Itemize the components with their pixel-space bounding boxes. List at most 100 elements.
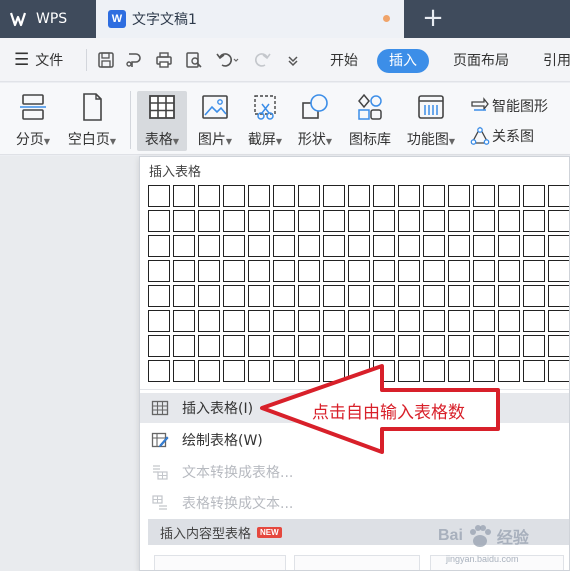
- new-tab-button[interactable]: +: [418, 3, 448, 33]
- relationship-chart-button[interactable]: 关系图: [470, 125, 534, 147]
- grid-cell[interactable]: [548, 360, 569, 382]
- grid-cell[interactable]: [148, 210, 170, 232]
- grid-cell[interactable]: [273, 285, 295, 307]
- grid-cell[interactable]: [248, 360, 270, 382]
- grid-cell[interactable]: [273, 310, 295, 332]
- grid-cell[interactable]: [373, 260, 395, 282]
- grid-cell[interactable]: [173, 310, 195, 332]
- grid-cell[interactable]: [273, 210, 295, 232]
- grid-cell[interactable]: [248, 185, 270, 207]
- grid-cell[interactable]: [523, 185, 545, 207]
- shapes-button[interactable]: 形状▼: [293, 91, 337, 151]
- grid-cell[interactable]: [398, 285, 420, 307]
- grid-cell[interactable]: [223, 335, 245, 357]
- grid-cell[interactable]: [348, 310, 370, 332]
- grid-cell[interactable]: [448, 285, 470, 307]
- grid-cell[interactable]: [373, 185, 395, 207]
- grid-cell[interactable]: [323, 285, 345, 307]
- grid-cell[interactable]: [273, 360, 295, 382]
- grid-cell[interactable]: [198, 210, 220, 232]
- grid-cell[interactable]: [398, 260, 420, 282]
- draw-table-menu-item[interactable]: 绘制表格(W): [140, 425, 569, 455]
- grid-cell[interactable]: [248, 285, 270, 307]
- grid-cell[interactable]: [498, 235, 520, 257]
- grid-cell[interactable]: [548, 310, 569, 332]
- grid-cell[interactable]: [298, 235, 320, 257]
- grid-cell[interactable]: [173, 260, 195, 282]
- grid-cell[interactable]: [498, 285, 520, 307]
- grid-cell[interactable]: [148, 235, 170, 257]
- grid-cell[interactable]: [423, 285, 445, 307]
- grid-cell[interactable]: [498, 185, 520, 207]
- grid-cell[interactable]: [198, 260, 220, 282]
- grid-cell[interactable]: [473, 360, 495, 382]
- grid-cell[interactable]: [323, 360, 345, 382]
- screenshot-button[interactable]: 截屏▼: [243, 91, 287, 151]
- grid-cell[interactable]: [198, 360, 220, 382]
- grid-cell[interactable]: [348, 335, 370, 357]
- grid-cell[interactable]: [198, 285, 220, 307]
- grid-cell[interactable]: [498, 335, 520, 357]
- grid-cell[interactable]: [448, 260, 470, 282]
- grid-cell[interactable]: [523, 210, 545, 232]
- grid-cell[interactable]: [373, 285, 395, 307]
- grid-cell[interactable]: [198, 335, 220, 357]
- grid-cell[interactable]: [223, 310, 245, 332]
- grid-cell[interactable]: [223, 235, 245, 257]
- grid-cell[interactable]: [248, 210, 270, 232]
- tab-references[interactable]: 引用: [540, 49, 570, 73]
- grid-cell[interactable]: [473, 260, 495, 282]
- picture-button[interactable]: 图片▼: [193, 91, 237, 151]
- grid-cell[interactable]: [273, 260, 295, 282]
- grid-cell[interactable]: [448, 360, 470, 382]
- grid-cell[interactable]: [423, 310, 445, 332]
- grid-cell[interactable]: [448, 335, 470, 357]
- grid-cell[interactable]: [398, 210, 420, 232]
- grid-cell[interactable]: [398, 310, 420, 332]
- grid-cell[interactable]: [148, 335, 170, 357]
- grid-cell[interactable]: [298, 185, 320, 207]
- grid-cell[interactable]: [498, 310, 520, 332]
- grid-cell[interactable]: [398, 235, 420, 257]
- app-tab-wps[interactable]: WPS: [0, 0, 96, 38]
- grid-cell[interactable]: [523, 335, 545, 357]
- grid-cell[interactable]: [523, 235, 545, 257]
- grid-cell[interactable]: [373, 310, 395, 332]
- grid-cell[interactable]: [223, 185, 245, 207]
- grid-cell[interactable]: [273, 335, 295, 357]
- grid-cell[interactable]: [148, 285, 170, 307]
- grid-cell[interactable]: [473, 235, 495, 257]
- content-table-template-thumbnail[interactable]: [154, 555, 286, 570]
- grid-cell[interactable]: [548, 285, 569, 307]
- grid-cell[interactable]: [498, 210, 520, 232]
- grid-cell[interactable]: [398, 360, 420, 382]
- grid-cell[interactable]: [248, 310, 270, 332]
- grid-cell[interactable]: [423, 360, 445, 382]
- grid-cell[interactable]: [473, 210, 495, 232]
- grid-cell[interactable]: [373, 235, 395, 257]
- grid-cell[interactable]: [448, 210, 470, 232]
- grid-cell[interactable]: [348, 360, 370, 382]
- grid-cell[interactable]: [423, 210, 445, 232]
- grid-cell[interactable]: [173, 360, 195, 382]
- grid-cell[interactable]: [273, 185, 295, 207]
- grid-cell[interactable]: [398, 335, 420, 357]
- grid-cell[interactable]: [348, 235, 370, 257]
- grid-cell[interactable]: [348, 185, 370, 207]
- grid-cell[interactable]: [423, 260, 445, 282]
- grid-cell[interactable]: [498, 260, 520, 282]
- grid-cell[interactable]: [148, 360, 170, 382]
- grid-cell[interactable]: [248, 235, 270, 257]
- file-menu-button[interactable]: ☰ 文件: [14, 48, 63, 72]
- blank-page-button[interactable]: 空白页▼: [62, 91, 122, 151]
- grid-cell[interactable]: [173, 335, 195, 357]
- grid-cell[interactable]: [223, 285, 245, 307]
- grid-cell[interactable]: [448, 310, 470, 332]
- grid-cell[interactable]: [348, 210, 370, 232]
- grid-cell[interactable]: [323, 210, 345, 232]
- grid-cell[interactable]: [473, 310, 495, 332]
- grid-cell[interactable]: [523, 260, 545, 282]
- grid-cell[interactable]: [298, 210, 320, 232]
- grid-cell[interactable]: [323, 310, 345, 332]
- grid-cell[interactable]: [398, 185, 420, 207]
